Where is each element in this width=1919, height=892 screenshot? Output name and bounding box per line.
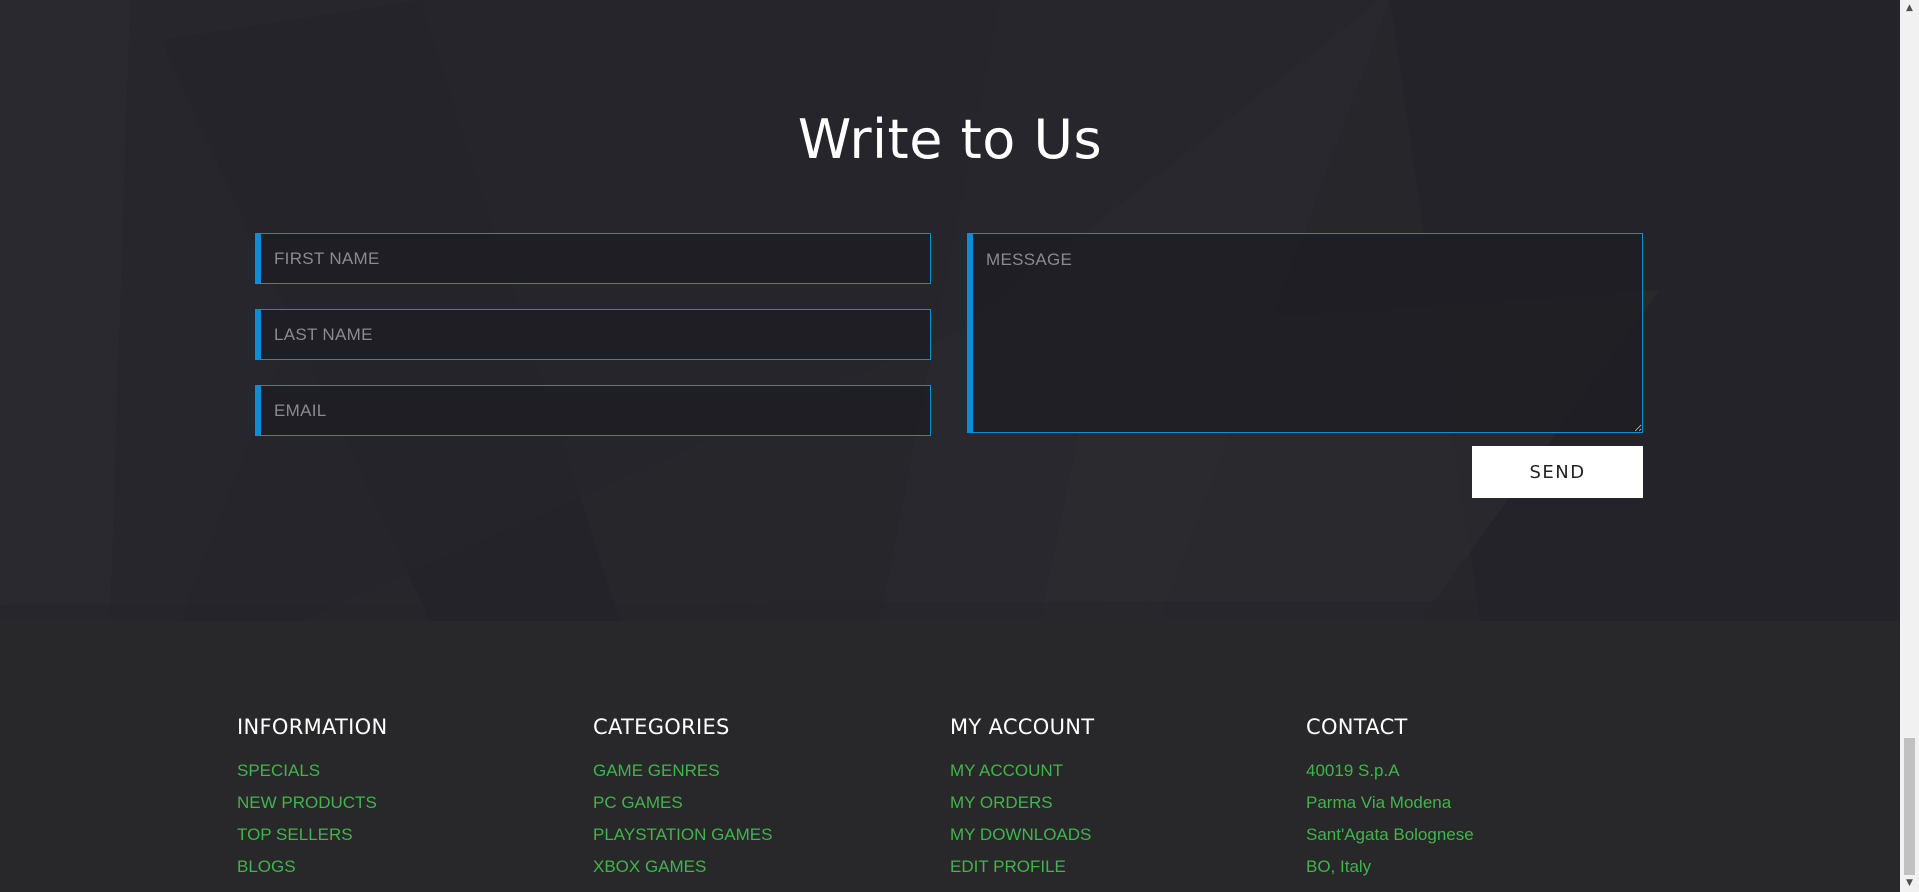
footer-link-pc-games[interactable]: PC GAMES [593,793,683,812]
footer-link-my-account[interactable]: MY ACCOUNT [950,761,1063,780]
footer-links-my-account: MY ACCOUNT MY ORDERS MY DOWNLOADS EDIT P… [950,761,1290,878]
footer-column-my-account: MY ACCOUNT MY ACCOUNT MY ORDERS MY DOWNL… [950,715,1290,889]
contact-form-title: Write to Us [797,108,1103,171]
contact-section: Write to Us SEND [0,0,1900,621]
footer-column-contact: CONTACT 40019 S.p.A Parma Via Modena San… [1306,715,1646,889]
footer-links-categories: GAME GENRES PC GAMES PLAYSTATION GAMES X… [593,761,933,878]
footer-link-xbox-games[interactable]: XBOX GAMES [593,857,706,876]
first-name-input[interactable] [255,233,931,284]
footer-contact-city[interactable]: Sant'Agata Bolognese [1306,825,1474,844]
vertical-scrollbar[interactable]: ▲ ▼ [1900,0,1919,892]
message-textarea[interactable] [967,233,1643,433]
last-name-input[interactable] [255,309,931,360]
footer-contact-street[interactable]: Parma Via Modena [1306,793,1451,812]
footer-link-my-downloads[interactable]: MY DOWNLOADS [950,825,1091,844]
page: Write to Us SEND INFORMATION SPECIALS NE… [0,0,1900,892]
footer-contact-country[interactable]: BO, Italy [1306,857,1371,876]
footer-link-edit-profile[interactable]: EDIT PROFILE [950,857,1066,876]
footer-heading-contact: CONTACT [1306,715,1408,739]
footer-link-new-products[interactable]: NEW PRODUCTS [237,793,377,812]
footer-link-game-genres[interactable]: GAME GENRES [593,761,720,780]
footer-link-blogs[interactable]: BLOGS [237,857,296,876]
footer-link-specials[interactable]: SPECIALS [237,761,320,780]
footer-column-information: INFORMATION SPECIALS NEW PRODUCTS TOP SE… [237,715,577,889]
footer-heading-categories: CATEGORIES [593,715,730,739]
footer-link-my-orders[interactable]: MY ORDERS [950,793,1053,812]
email-input[interactable] [255,385,931,436]
footer-contact-company[interactable]: 40019 S.p.A [1306,761,1400,780]
footer-column-categories: CATEGORIES GAME GENRES PC GAMES PLAYSTAT… [593,715,933,889]
triangle-down-icon[interactable]: ▼ [1900,875,1919,892]
footer-links-information: SPECIALS NEW PRODUCTS TOP SELLERS BLOGS [237,761,577,878]
footer: INFORMATION SPECIALS NEW PRODUCTS TOP SE… [0,621,1900,892]
footer-heading-information: INFORMATION [237,715,388,739]
footer-link-playstation-games[interactable]: PLAYSTATION GAMES [593,825,772,844]
triangle-up-icon[interactable]: ▲ [1900,0,1919,17]
footer-link-top-sellers[interactable]: TOP SELLERS [237,825,353,844]
send-button[interactable]: SEND [1472,446,1643,498]
scrollbar-thumb[interactable] [1904,738,1915,875]
footer-contact-lines: 40019 S.p.A Parma Via Modena Sant'Agata … [1306,761,1646,878]
footer-heading-my-account: MY ACCOUNT [950,715,1095,739]
